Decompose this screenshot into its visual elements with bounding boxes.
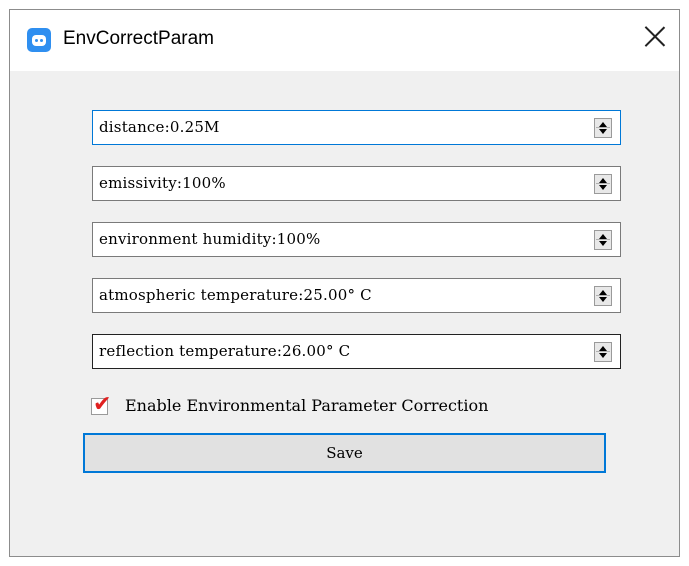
emissivity-spin-buttons[interactable] bbox=[594, 174, 612, 194]
close-icon[interactable] bbox=[643, 24, 667, 48]
distance-spinbox[interactable]: distance:0.25M bbox=[92, 110, 621, 145]
emissivity-spinbox[interactable]: emissivity:100% bbox=[92, 166, 621, 201]
reflection-temperature-spin-buttons[interactable] bbox=[594, 342, 612, 362]
save-button-label: Save bbox=[326, 444, 363, 462]
enable-correction-checkbox[interactable]: ✔ bbox=[91, 392, 119, 419]
title-bar[interactable]: EnvCorrectParam bbox=[10, 10, 679, 71]
spin-down-icon[interactable] bbox=[599, 129, 607, 134]
atmospheric-temperature-value[interactable]: atmospheric temperature:25.00° C bbox=[99, 286, 372, 304]
atmospheric-temperature-spin-buttons[interactable] bbox=[594, 286, 612, 306]
envcorrectparam-dialog: EnvCorrectParam distance:0.25M emissivit… bbox=[9, 9, 680, 557]
spin-down-icon[interactable] bbox=[599, 241, 607, 246]
humidity-spinbox[interactable]: environment humidity:100% bbox=[92, 222, 621, 257]
atmospheric-temperature-spinbox[interactable]: atmospheric temperature:25.00° C bbox=[92, 278, 621, 313]
save-button[interactable]: Save bbox=[83, 433, 606, 473]
spin-down-icon[interactable] bbox=[599, 297, 607, 302]
distance-spin-buttons[interactable] bbox=[594, 118, 612, 138]
app-robot-icon bbox=[27, 28, 51, 52]
enable-correction-label[interactable]: Enable Environmental Parameter Correctio… bbox=[125, 396, 488, 415]
window-title: EnvCorrectParam bbox=[63, 28, 214, 49]
distance-value[interactable]: distance:0.25M bbox=[99, 118, 220, 136]
humidity-spin-buttons[interactable] bbox=[594, 230, 612, 250]
emissivity-value[interactable]: emissivity:100% bbox=[99, 174, 226, 192]
humidity-value[interactable]: environment humidity:100% bbox=[99, 230, 320, 248]
spin-down-icon[interactable] bbox=[599, 185, 607, 190]
checkmark-icon: ✔ bbox=[93, 392, 112, 417]
reflection-temperature-spinbox[interactable]: reflection temperature:26.00° C bbox=[92, 334, 621, 369]
reflection-temperature-value[interactable]: reflection temperature:26.00° C bbox=[99, 342, 350, 360]
spin-down-icon[interactable] bbox=[599, 353, 607, 358]
